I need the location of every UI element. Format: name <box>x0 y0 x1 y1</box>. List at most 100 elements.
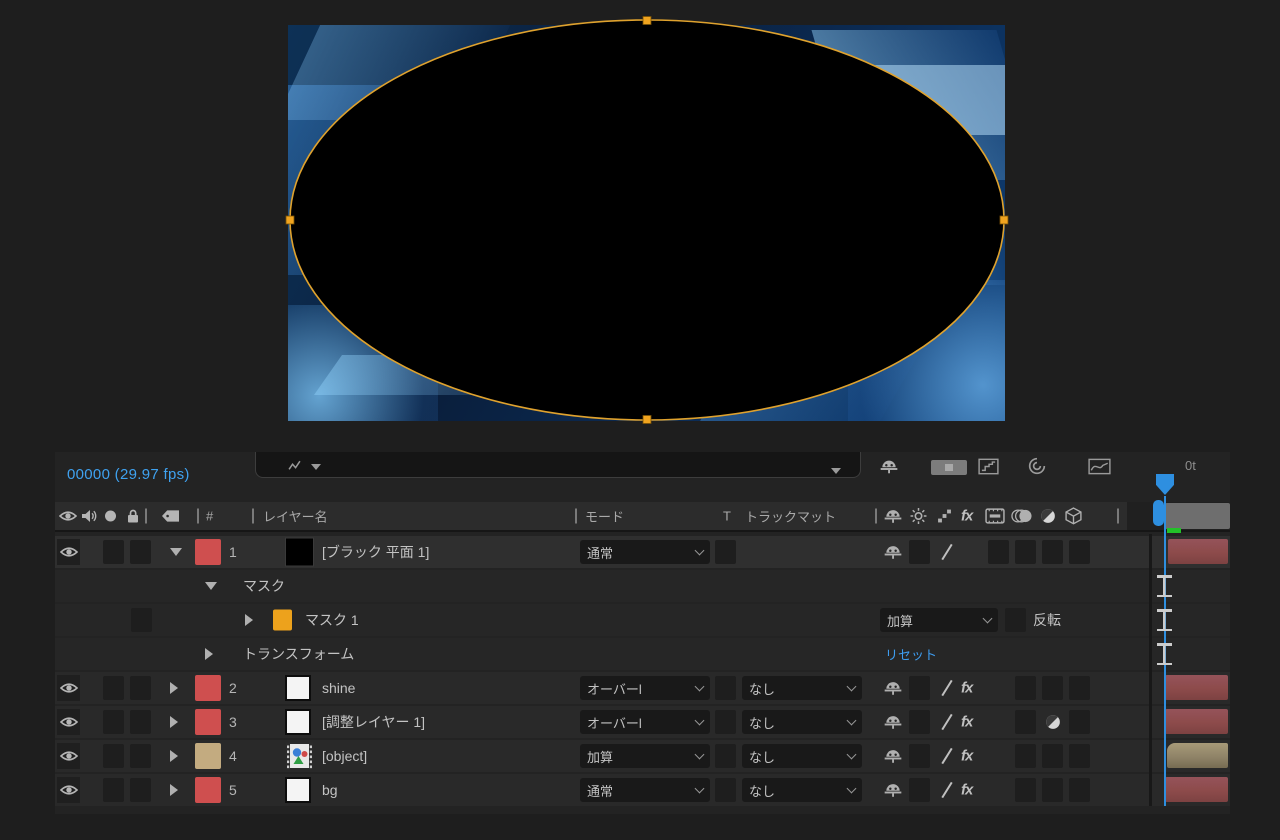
marker-zigzag-icon[interactable] <box>288 460 301 471</box>
twirl-closed-icon[interactable] <box>170 682 178 694</box>
mask-feature-box[interactable] <box>131 608 152 632</box>
lock-toggle[interactable] <box>130 710 151 734</box>
playhead-grabber[interactable] <box>1153 500 1164 526</box>
motion-blur-toggle[interactable] <box>1015 744 1036 768</box>
blend-mode-dropdown[interactable]: オーバーl <box>580 676 710 700</box>
twirl-closed-icon[interactable] <box>245 614 253 626</box>
adjustment-toggle[interactable] <box>1042 778 1063 802</box>
solo-toggle[interactable] <box>103 744 124 768</box>
solo-toggle[interactable] <box>103 676 124 700</box>
track-matte-dropdown[interactable]: なし <box>742 778 862 802</box>
adjustment-toggle[interactable] <box>1042 676 1063 700</box>
motion-blur-toggle[interactable] <box>1015 540 1036 564</box>
preserve-transparency-checkbox[interactable] <box>715 540 736 564</box>
mask-mode-dropdown[interactable]: 加算 <box>880 608 998 632</box>
collapse-toggle[interactable] <box>909 744 930 768</box>
motion-blur-toggle[interactable] <box>1015 676 1036 700</box>
mask-color-swatch[interactable] <box>273 610 292 631</box>
adjustment-toggle-on[interactable] <box>1045 714 1061 730</box>
blend-mode-dropdown[interactable]: 通常 <box>580 778 710 802</box>
quality-toggle[interactable] <box>935 676 958 700</box>
layer-name[interactable]: [object] <box>322 748 367 764</box>
label-color-swatch[interactable] <box>195 743 221 769</box>
track-matte-dropdown[interactable]: なし <box>742 710 862 734</box>
layer-name[interactable]: [調整レイヤー 1] <box>322 712 425 732</box>
layer-row-2[interactable]: 2 shine オーバーl なし fx <box>55 672 1230 704</box>
quality-toggle[interactable] <box>935 540 958 564</box>
lock-toggle[interactable] <box>130 540 151 564</box>
layer-name[interactable]: shine <box>322 680 355 696</box>
shy-toggle[interactable] <box>883 680 903 697</box>
mask-invert-checkbox[interactable] <box>1005 608 1026 632</box>
frame-blend-toggle[interactable] <box>988 540 1009 564</box>
solo-toggle[interactable] <box>103 778 124 802</box>
column-header-layer-name[interactable]: レイヤー名 <box>263 507 328 526</box>
twirl-open-icon[interactable] <box>205 582 217 590</box>
shy-column-icon[interactable] <box>883 508 903 525</box>
motion-blur-icon[interactable] <box>1011 508 1033 524</box>
lock-toggle[interactable] <box>130 778 151 802</box>
mask-ellipse-path[interactable] <box>290 20 1004 420</box>
effects-toggle[interactable]: fx <box>961 782 972 799</box>
layer-row-5[interactable]: 5 bg 通常 なし fx <box>55 774 1230 806</box>
lock-toggle[interactable] <box>130 744 151 768</box>
layer-row-3[interactable]: 3 [調整レイヤー 1] オーバーl なし fx <box>55 706 1230 738</box>
layer-duration-bar[interactable] <box>1165 709 1228 734</box>
layer-duration-bar[interactable] <box>1167 743 1228 768</box>
mask-name[interactable]: マスク 1 <box>305 610 359 630</box>
adjustment-layer-icon[interactable] <box>1040 508 1056 524</box>
collapse-toggle[interactable] <box>909 540 930 564</box>
hide-shy-layers-button[interactable] <box>879 458 899 475</box>
column-header-number[interactable]: # <box>206 509 213 524</box>
column-header-track-matte[interactable]: トラックマット <box>745 507 836 526</box>
track-matte-dropdown[interactable]: なし <box>742 676 862 700</box>
cube-3d-icon[interactable] <box>1065 507 1082 525</box>
frame-blending-master-button[interactable] <box>931 460 967 475</box>
layer-duration-bar[interactable] <box>1165 777 1228 802</box>
label-color-swatch[interactable] <box>195 709 221 735</box>
track-matte-dropdown[interactable]: なし <box>742 744 862 768</box>
brainstorm-chart-button[interactable] <box>978 458 999 475</box>
lock-icon[interactable] <box>127 509 139 524</box>
mask-handle-left[interactable] <box>286 216 294 224</box>
mask-handle-right[interactable] <box>1000 216 1008 224</box>
layer-name[interactable]: [ブラック 平面 1] <box>322 542 429 562</box>
collapse-sun-icon[interactable] <box>910 508 927 525</box>
timeline-navigator-bar[interactable] <box>1165 503 1230 529</box>
preserve-transparency-checkbox[interactable] <box>715 676 736 700</box>
mask1-row[interactable]: マスク 1 加算 反転 <box>55 604 1230 636</box>
twirl-closed-icon[interactable] <box>205 648 213 660</box>
layer-row-4[interactable]: 4 [object] 加算 なし fx <box>55 740 1230 772</box>
quality-toggle[interactable] <box>935 778 958 802</box>
shy-toggle[interactable] <box>883 714 903 731</box>
transform-reset-link[interactable]: リセット <box>885 645 937 664</box>
collapse-toggle[interactable] <box>909 778 930 802</box>
preserve-transparency-checkbox[interactable] <box>715 710 736 734</box>
layer-visibility-toggle[interactable] <box>57 675 80 701</box>
quality-icon[interactable] <box>937 509 952 524</box>
quality-toggle[interactable] <box>935 744 958 768</box>
lock-toggle[interactable] <box>130 676 151 700</box>
fx-column-icon[interactable]: fx <box>961 508 972 525</box>
column-header-mode[interactable]: モード <box>585 507 624 526</box>
collapse-toggle[interactable] <box>909 710 930 734</box>
transform-group-row[interactable]: トランスフォーム リセット <box>55 638 1230 670</box>
speaker-icon[interactable] <box>81 509 97 523</box>
threed-toggle[interactable] <box>1069 778 1090 802</box>
graph-editor-button[interactable] <box>1088 458 1111 475</box>
quality-toggle[interactable] <box>935 710 958 734</box>
shy-toggle[interactable] <box>883 748 903 765</box>
blend-mode-dropdown[interactable]: 加算 <box>580 744 710 768</box>
layer-visibility-toggle[interactable] <box>57 709 80 735</box>
blend-mode-dropdown[interactable]: 通常 <box>580 540 710 564</box>
twirl-closed-icon[interactable] <box>170 716 178 728</box>
masks-group-row[interactable]: マスク <box>55 570 1230 602</box>
frame-blend-icon[interactable] <box>985 508 1005 524</box>
effects-toggle[interactable]: fx <box>961 680 972 697</box>
motion-blur-master-button[interactable] <box>1028 457 1046 475</box>
threed-toggle[interactable] <box>1069 744 1090 768</box>
solo-toggle[interactable] <box>103 710 124 734</box>
solo-icon[interactable] <box>105 511 116 522</box>
solo-toggle[interactable] <box>103 540 124 564</box>
eye-icon[interactable] <box>59 510 77 522</box>
